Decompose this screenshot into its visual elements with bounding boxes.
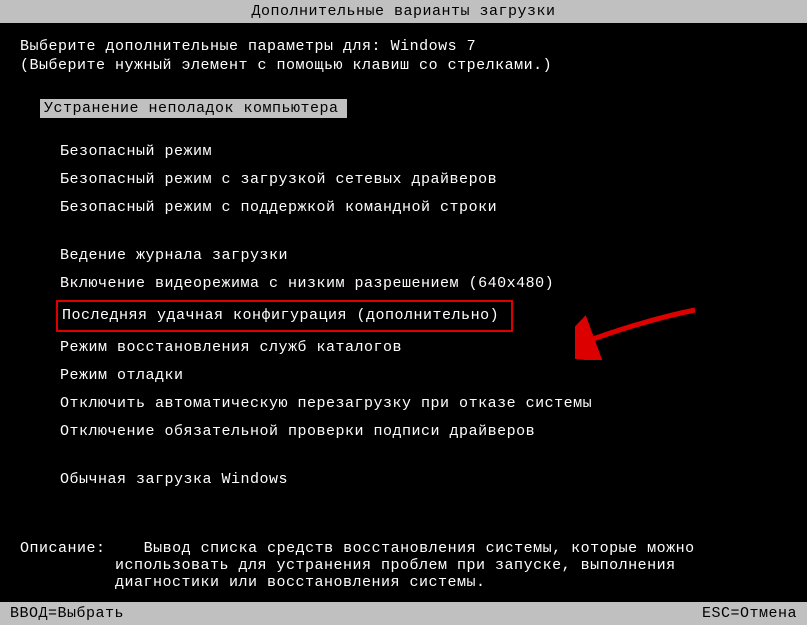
instruction-prefix: Выберите дополнительные параметры для: [20, 38, 391, 55]
boxed-highlight: Последняя удачная конфигурация (дополнит… [56, 300, 513, 332]
description-line1: Вывод списка средств восстановления сист… [144, 540, 695, 557]
option-disable-driver-sig[interactable]: Отключение обязательной проверки подписи… [60, 418, 787, 446]
option-directory-restore[interactable]: Режим восстановления служб каталогов [60, 334, 787, 362]
footer-bar: ВВОД=Выбрать ESC=Отмена [0, 602, 807, 625]
footer-enter-label: ВВОД=Выбрать [10, 605, 124, 622]
option-boot-logging[interactable]: Ведение журнала загрузки [60, 242, 787, 270]
title-bar: Дополнительные варианты загрузки [0, 0, 807, 23]
option-start-normally[interactable]: Обычная загрузка Windows [60, 466, 787, 494]
content-area: Выберите дополнительные параметры для: W… [0, 23, 807, 494]
footer-esc-label: ESC=Отмена [702, 605, 797, 622]
options-group-3: Обычная загрузка Windows [60, 466, 787, 494]
description-line2: использовать для устранения проблем при … [115, 557, 787, 574]
title-text: Дополнительные варианты загрузки [251, 3, 555, 20]
option-safe-mode-networking[interactable]: Безопасный режим с загрузкой сетевых дра… [60, 166, 787, 194]
option-low-res-video[interactable]: Включение видеорежима с низким разрешени… [60, 270, 787, 298]
highlighted-option-row[interactable]: Устранение неполадок компьютера [20, 99, 787, 118]
os-name: Windows 7 [391, 38, 477, 55]
description-section: Описание: Вывод списка средств восстанов… [20, 540, 787, 591]
options-group-2: Ведение журнала загрузки Включение видео… [60, 242, 787, 446]
options-block: Безопасный режим Безопасный режим с загр… [60, 138, 787, 494]
option-disable-auto-restart[interactable]: Отключить автоматическую перезагрузку пр… [60, 390, 787, 418]
option-safe-mode[interactable]: Безопасный режим [60, 138, 787, 166]
repair-computer-option[interactable]: Устранение неполадок компьютера [40, 99, 347, 118]
description-line3: диагностики или восстановления системы. [115, 574, 787, 591]
option-last-known-good[interactable]: Последняя удачная конфигурация (дополнит… [60, 298, 787, 334]
option-debug-mode[interactable]: Режим отладки [60, 362, 787, 390]
option-safe-mode-command[interactable]: Безопасный режим с поддержкой командной … [60, 194, 787, 222]
instruction-line: Выберите дополнительные параметры для: W… [20, 38, 787, 55]
instruction-sub: (Выберите нужный элемент с помощью клави… [20, 57, 787, 74]
description-label: Описание: [20, 540, 106, 557]
options-group-1: Безопасный режим Безопасный режим с загр… [60, 138, 787, 222]
